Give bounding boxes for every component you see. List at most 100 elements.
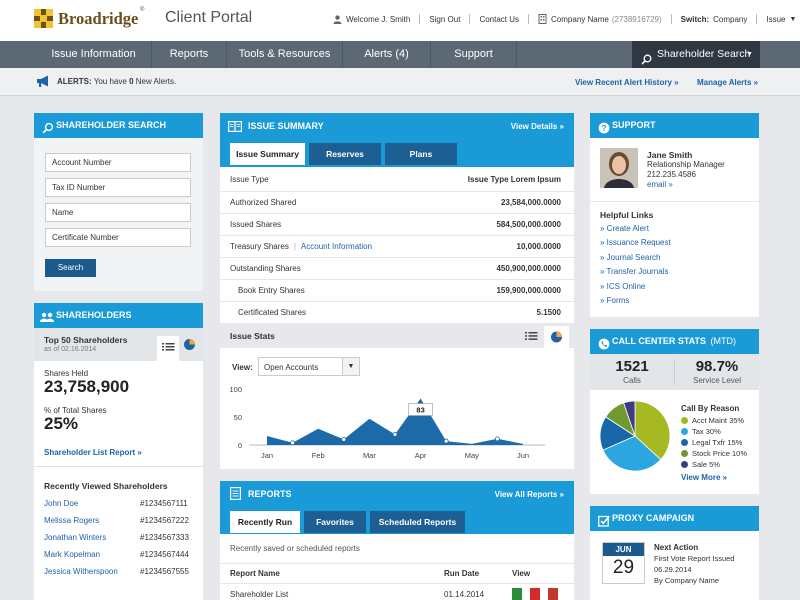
issue-summary-header: ISSUE SUMMARY View Details » Issue Summa… — [220, 113, 574, 167]
pie-view-icon[interactable] — [183, 338, 196, 351]
x-tick-label: Mar — [363, 451, 376, 460]
shareholder-name[interactable]: John Doe — [44, 499, 78, 508]
data-point[interactable] — [494, 436, 500, 442]
nav-tools-resources[interactable]: Tools & Resources — [227, 41, 343, 68]
ics-online-link[interactable]: » ICS Online — [600, 282, 645, 291]
account-information-link[interactable]: Account Information — [301, 242, 372, 251]
helpful-links-title: Helpful Links — [600, 210, 654, 220]
email-link[interactable]: email » — [647, 180, 673, 189]
switch-issue-link[interactable]: Issue — [766, 15, 785, 24]
checkbox-icon — [598, 512, 610, 527]
shareholder-name[interactable]: Jessica Witherspoon — [44, 567, 118, 576]
list-item[interactable]: Melissa Rogers #1234567222 — [44, 516, 196, 528]
create-alert-link[interactable]: » Create Alert — [600, 224, 649, 233]
shareholder-list-report-link[interactable]: Shareholder List Report » — [44, 448, 142, 457]
tax-id-field[interactable]: Tax ID Number — [45, 178, 191, 197]
legend-label: Stock Price 10% — [692, 449, 748, 458]
reports-header: REPORTS View All Reports » Recently Run … — [220, 481, 574, 534]
forms-link[interactable]: » Forms — [600, 296, 629, 305]
table-row: Authorized Shared 23,584,000.0000 — [220, 191, 574, 213]
caret-down-icon[interactable]: ▼ — [790, 16, 797, 23]
legend-label: Sale 5% — [692, 460, 720, 469]
row-value: Issue Type Lorem Ipsum — [467, 175, 561, 184]
tab-scheduled-reports[interactable]: Scheduled Reports — [370, 511, 465, 533]
list-item[interactable]: Jonathan Winters #1234567333 — [44, 533, 196, 545]
divider — [220, 563, 574, 564]
top50-date: as of 02.16.2014 — [44, 346, 97, 353]
top-header: Broadridge ® Client Portal Welcome J. Sm… — [0, 0, 800, 41]
view-more-link[interactable]: View More » — [681, 473, 727, 482]
row-label: Treasury Shares | Account Information — [230, 236, 372, 257]
ppt-icon[interactable] — [548, 588, 558, 600]
divider — [34, 466, 203, 467]
switch-company-link[interactable]: Company — [713, 15, 747, 24]
view-select-value: Open Accounts — [264, 363, 319, 372]
issuance-request-link[interactable]: » Issuance Request — [600, 238, 671, 247]
main-nav: Issue Information Reports Tools & Resour… — [0, 41, 800, 68]
tab-plans[interactable]: Plans — [385, 143, 457, 165]
shareholder-id: #1234567333 — [140, 533, 189, 542]
tab-reserves[interactable]: Reserves — [309, 143, 381, 165]
contact-phone: 212.235.4586 — [647, 170, 696, 179]
transfer-journals-link[interactable]: » Transfer Journals — [600, 267, 668, 276]
contact-link[interactable]: Contact Us — [479, 15, 519, 24]
megaphone-icon — [36, 75, 50, 88]
tab-issue-summary[interactable]: Issue Summary — [230, 143, 305, 165]
account-number-field[interactable]: Account Number — [45, 153, 191, 172]
shareholder-name[interactable]: Jonathan Winters — [44, 533, 106, 542]
alert-history-link[interactable]: View Recent Alert History » — [575, 78, 679, 87]
data-point[interactable] — [341, 437, 347, 442]
certificate-number-field[interactable]: Certificate Number — [45, 228, 191, 247]
report-name[interactable]: Shareholder List — [230, 590, 288, 599]
brand-name[interactable]: Broadridge — [58, 9, 138, 29]
list-view-icon[interactable] — [523, 329, 539, 343]
table-row[interactable]: Shareholder List 01.14.2014 — [220, 584, 574, 600]
view-all-reports-link[interactable]: View All Reports » — [495, 490, 564, 499]
welcome-text: Welcome J. Smith — [346, 14, 411, 24]
journal-search-link[interactable]: » Journal Search — [600, 253, 660, 262]
view-select[interactable]: Open Accounts ▼ — [258, 357, 360, 376]
nav-alerts[interactable]: Alerts (4) — [343, 41, 431, 68]
tab-recently-run[interactable]: Recently Run — [230, 511, 300, 533]
book-icon — [228, 121, 243, 133]
contact-name: Jane Smith — [647, 150, 693, 160]
list-view-icon[interactable] — [157, 336, 179, 361]
company-name: Company Name — [551, 14, 609, 24]
call-center-panel: CALL CENTER STATS (MTD) 1521 Calls 98.7%… — [590, 329, 759, 494]
shareholder-name[interactable]: Mark Kopelman — [44, 550, 100, 559]
support-panel: ? SUPPORT Jane Smith Relationship Manage… — [590, 113, 759, 317]
legend-dot-icon — [681, 450, 688, 457]
name-field[interactable]: Name — [45, 203, 191, 222]
nav-reports[interactable]: Reports — [152, 41, 227, 68]
top50-title: Top 50 Shareholders — [44, 335, 128, 345]
data-point[interactable] — [443, 438, 449, 444]
tab-favorites[interactable]: Favorites — [304, 511, 366, 533]
data-point[interactable] — [392, 431, 398, 437]
list-item[interactable]: Jessica Witherspoon #1234567555 — [44, 567, 196, 579]
row-label: Certificated Shares — [238, 308, 307, 317]
list-item[interactable]: John Doe #1234567111 — [44, 499, 196, 511]
manage-alerts-link[interactable]: Manage Alerts » — [697, 78, 758, 87]
pdf-icon[interactable] — [530, 588, 540, 600]
pie-view-icon[interactable] — [544, 326, 569, 348]
signout-link[interactable]: Sign Out — [429, 15, 460, 24]
excel-icon[interactable] — [512, 588, 522, 600]
calendar-day: 29 — [612, 557, 635, 578]
broadridge-logo-icon[interactable] — [34, 9, 53, 28]
x-tick-label: Apr — [415, 451, 427, 460]
data-point[interactable] — [290, 440, 295, 446]
calls-value: 1521 — [615, 358, 649, 375]
nav-issue-information[interactable]: Issue Information — [36, 41, 152, 68]
nav-shareholder-search[interactable]: Shareholder Search ▼ — [632, 41, 760, 68]
trademark: ® — [140, 7, 145, 13]
shareholder-name[interactable]: Melissa Rogers — [44, 516, 99, 525]
contact-role: Relationship Manager — [647, 160, 725, 169]
list-item[interactable]: Mark Kopelman #1234567444 — [44, 550, 196, 562]
nav-support[interactable]: Support — [431, 41, 517, 68]
calls-label: Calls — [623, 376, 641, 385]
reports-panel: REPORTS View All Reports » Recently Run … — [220, 481, 574, 600]
caret-down-icon[interactable]: ▼ — [342, 358, 359, 375]
search-button[interactable]: Search — [45, 259, 96, 277]
legend-item: Acct Maint 35% — [681, 416, 744, 425]
view-details-link[interactable]: View Details » — [511, 122, 564, 131]
